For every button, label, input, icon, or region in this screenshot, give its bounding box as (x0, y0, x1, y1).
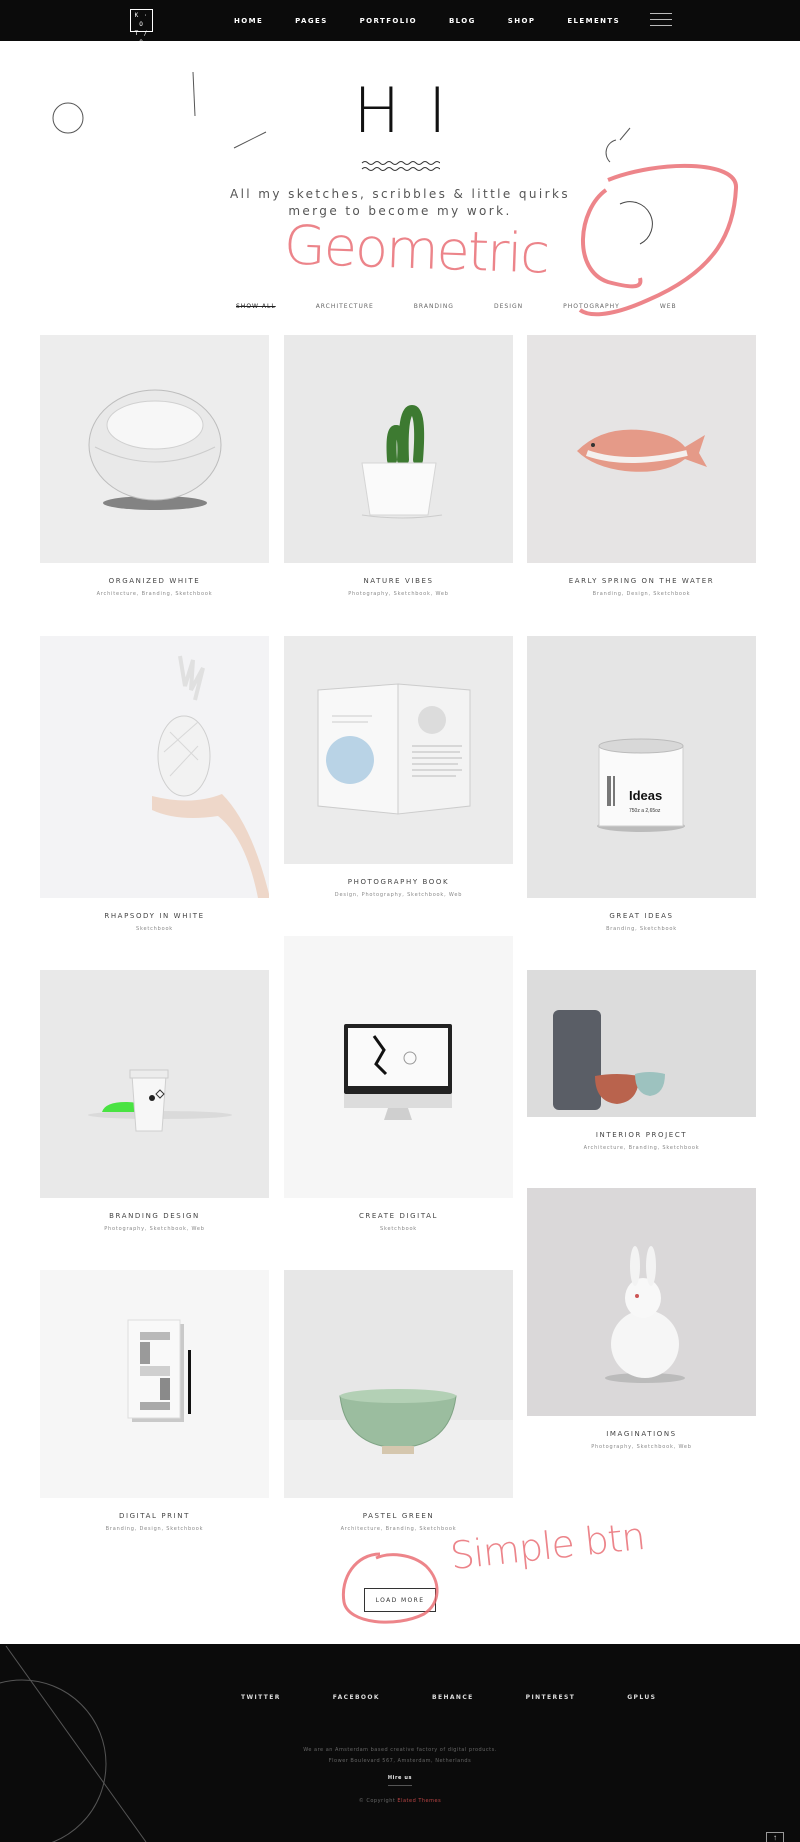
wave-divider-icon (361, 161, 440, 171)
annotation-circle-icon (578, 163, 739, 317)
nav-portfolio[interactable]: PORTFOLIO (360, 17, 417, 25)
portfolio-title[interactable]: BRANDING DESIGN (40, 1212, 269, 1220)
portfolio-item[interactable]: DIGITAL PRINT Branding, Design, Sketchbo… (40, 1270, 269, 1540)
portfolio-tags: Branding, Design, Sketchbook (592, 591, 691, 597)
copyright-prefix: © Copyright (358, 1798, 396, 1804)
cactus-pot-image[interactable] (284, 335, 513, 563)
hero-title: HI (353, 74, 475, 147)
portfolio-title[interactable]: INTERIOR PROJECT (527, 1131, 756, 1139)
red-fish-image[interactable] (527, 335, 756, 563)
can-label: Ideas (629, 788, 662, 803)
white-rabbit-image[interactable] (527, 1188, 756, 1416)
portfolio-filter-bar: SHOW ALL ARCHITECTURE BRANDING DESIGN PH… (236, 303, 717, 310)
coffee-cup-image[interactable] (40, 970, 269, 1198)
portfolio-tags: Architecture, Branding, Sketchbook (96, 591, 213, 597)
vases-image[interactable] (527, 970, 756, 1117)
main-nav: HOME PAGES PORTFOLIO BLOG SHOP ELEMENTS (234, 0, 652, 41)
pinterest-link[interactable]: PINTEREST (526, 1694, 576, 1701)
behance-link[interactable]: BEHANCE (432, 1694, 474, 1701)
portfolio-item[interactable]: PASTEL GREEN Architecture, Branding, Ske… (284, 1270, 513, 1540)
nav-elements[interactable]: ELEMENTS (567, 17, 620, 25)
portfolio-item[interactable]: Ideas 750z a 2,65oz GREAT IDEAS Branding… (527, 636, 756, 936)
print-s-image[interactable] (40, 1270, 269, 1498)
imac-image[interactable] (284, 936, 513, 1198)
filter-show-all[interactable]: SHOW ALL (236, 303, 276, 310)
portfolio-title[interactable]: CREATE DIGITAL (284, 1212, 513, 1220)
portfolio-item[interactable]: NATURE VIBES Photography, Sketchbook, We… (284, 335, 513, 597)
twitter-link[interactable]: TWITTER (241, 1694, 281, 1701)
gplus-link[interactable]: GPLUS (627, 1694, 656, 1701)
portfolio-tags: Branding, Sketchbook (606, 926, 677, 932)
portfolio-tags: Photography, Sketchbook, Web (104, 1226, 205, 1232)
portfolio-title[interactable]: PHOTOGRAPHY BOOK (284, 878, 513, 886)
portfolio-item[interactable]: IMAGINATIONS Photography, Sketchbook, We… (527, 1188, 756, 1458)
portfolio-tags: Architecture, Branding, Sketchbook (583, 1145, 700, 1151)
portfolio-title[interactable]: IMAGINATIONS (527, 1430, 756, 1438)
filter-architecture[interactable]: ARCHITECTURE (316, 303, 374, 310)
portfolio-item[interactable]: RHAPSODY IN WHITE Sketchbook (40, 636, 269, 936)
footer-about-text: We are an Amsterdam based creative facto… (0, 1745, 800, 1767)
white-chair-image[interactable] (40, 335, 269, 563)
footer-about-line-1: We are an Amsterdam based creative facto… (303, 1747, 497, 1753)
portfolio-title[interactable]: NATURE VIBES (284, 577, 513, 585)
portfolio-title[interactable]: DIGITAL PRINT (40, 1512, 269, 1520)
footer-about-line-2: Flower Boulevard 567, Amsterdam, Netherl… (328, 1758, 472, 1764)
filter-web[interactable]: WEB (660, 303, 677, 310)
portfolio-title[interactable]: GREAT IDEAS (527, 912, 756, 920)
portfolio-item[interactable]: CREATE DIGITAL Sketchbook (284, 936, 513, 1236)
filter-photography[interactable]: PHOTOGRAPHY (563, 303, 620, 310)
footer-geometric-decoration-icon (0, 1645, 147, 1842)
back-to-top-button[interactable]: ↑ (766, 1832, 784, 1842)
can-sub-label: 750z a 2,65oz (629, 808, 661, 814)
portfolio-title[interactable]: EARLY SPRING ON THE WATER (527, 577, 756, 585)
white-pineapple-image[interactable] (40, 636, 269, 898)
footer: TWITTER FACEBOOK BEHANCE PINTEREST GPLUS… (0, 1644, 800, 1842)
portfolio-title[interactable]: ORGANIZED WHITE (40, 577, 269, 585)
portfolio-tags: Photography, Sketchbook, Web (348, 591, 449, 597)
portfolio-item[interactable]: INTERIOR PROJECT Architecture, Branding,… (527, 970, 756, 1160)
portfolio-tags: Photography, Sketchbook, Web (591, 1444, 692, 1450)
nav-home[interactable]: HOME (234, 17, 263, 25)
portfolio-title[interactable]: RHAPSODY IN WHITE (40, 912, 269, 920)
portfolio-tags: Sketchbook (379, 1226, 418, 1232)
nav-pages[interactable]: PAGES (295, 17, 327, 25)
ideas-tin-image[interactable]: Ideas 750z a 2,65oz (527, 636, 756, 898)
nav-shop[interactable]: SHOP (508, 17, 536, 25)
hamburger-menu-icon[interactable] (650, 13, 672, 29)
portfolio-tags: Branding, Design, Sketchbook (105, 1526, 204, 1532)
social-links: TWITTER FACEBOOK BEHANCE PINTEREST GPLUS (241, 1694, 708, 1701)
portfolio-item[interactable]: BRANDING DESIGN Photography, Sketchbook,… (40, 970, 269, 1240)
facebook-link[interactable]: FACEBOOK (333, 1694, 380, 1701)
top-navigation-bar: K · O T / O HOME PAGES PORTFOLIO BLOG SH… (0, 0, 800, 46)
open-book-image[interactable] (284, 636, 513, 864)
portfolio-item[interactable]: EARLY SPRING ON THE WATER Branding, Desi… (527, 335, 756, 597)
portfolio-tags: Sketchbook (135, 926, 174, 932)
nav-blog[interactable]: BLOG (449, 17, 476, 25)
portfolio-title[interactable]: PASTEL GREEN (284, 1512, 513, 1520)
portfolio-tags: Design, Photography, Sketchbook, Web (334, 892, 463, 898)
filter-design[interactable]: DESIGN (494, 303, 523, 310)
divider (388, 1785, 412, 1786)
filter-branding[interactable]: BRANDING (414, 303, 454, 310)
portfolio-item[interactable]: PHOTOGRAPHY BOOK Design, Photography, Sk… (284, 636, 513, 906)
portfolio-item[interactable]: ORGANIZED WHITE Architecture, Branding, … (40, 335, 269, 597)
copyright-brand-link[interactable]: Elated Themes (397, 1798, 441, 1804)
green-bowl-image[interactable] (284, 1270, 513, 1498)
logo-line-2: T / O (134, 30, 149, 46)
hire-us-link[interactable]: Hire us (0, 1775, 800, 1781)
site-logo[interactable]: K · O T / O (130, 9, 153, 46)
annotation-geometric: Geometric (282, 213, 550, 286)
logo-line-1: K · O (134, 12, 149, 28)
copyright-text: © Copyright Elated Themes (0, 1798, 800, 1804)
annotation-circle-icon (341, 1552, 439, 1624)
